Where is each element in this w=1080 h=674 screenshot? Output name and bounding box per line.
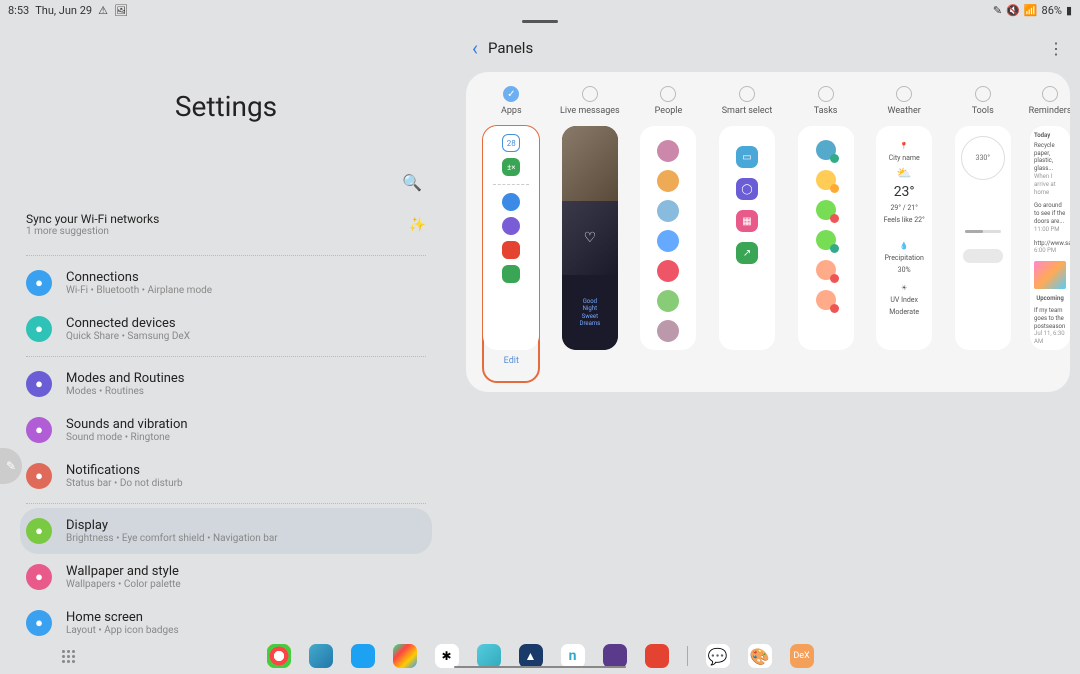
dock-twitter[interactable] bbox=[351, 644, 375, 668]
dock-recent-1[interactable]: 💬 bbox=[706, 644, 730, 668]
panel-preview[interactable]: ♡ GoodNightSweetDreams bbox=[562, 126, 618, 350]
dock-obsidian[interactable] bbox=[603, 644, 627, 668]
setting-home-screen[interactable]: ● Home screenLayout • App icon badges bbox=[20, 600, 432, 646]
more-menu-icon[interactable]: ⋮ bbox=[1048, 39, 1064, 58]
panel-radio[interactable] bbox=[660, 86, 676, 102]
app-drawer-icon[interactable] bbox=[62, 650, 75, 663]
panels-window: ‹ Panels ⋮ Apps 28 ±× Edit Live messages… bbox=[466, 30, 1070, 614]
setting-connections[interactable]: ● ConnectionsWi-Fi • Bluetooth • Airplan… bbox=[20, 260, 432, 306]
dock-slack[interactable]: ✱ bbox=[435, 644, 459, 668]
panel-preview[interactable]: Today Recycle paper, plastic, glass...Wh… bbox=[1030, 126, 1070, 350]
setting-modes-routines[interactable]: ● Modes and RoutinesModes • Routines bbox=[20, 361, 432, 407]
panel-radio[interactable] bbox=[503, 86, 519, 102]
panel-col-apps[interactable]: Apps 28 ±× Edit bbox=[480, 86, 543, 382]
setting-icon-wallpaper-style: ● bbox=[26, 564, 52, 590]
panel-preview[interactable]: 📍 City name ⛅ 23° 29° / 21° Feels like 2… bbox=[876, 126, 932, 350]
setting-icon-sounds-vibration: ● bbox=[26, 417, 52, 443]
setting-icon-modes-routines: ● bbox=[26, 371, 52, 397]
battery-icon: ▮ bbox=[1066, 4, 1072, 17]
settings-suggestion[interactable]: Sync your Wi-Fi networks 1 more suggesti… bbox=[20, 204, 432, 251]
panel-preview[interactable]: ▭ ◯ ▦ ↗ bbox=[719, 126, 775, 350]
setting-display[interactable]: ● DisplayBrightness • Eye comfort shield… bbox=[20, 508, 432, 554]
notch bbox=[522, 20, 558, 23]
setting-notifications[interactable]: ● NotificationsStatus bar • Do not distu… bbox=[20, 453, 432, 499]
panel-preview[interactable]: 330° bbox=[955, 126, 1011, 350]
setting-icon-home-screen: ● bbox=[26, 610, 52, 636]
pen-icon: ✎ bbox=[993, 4, 1002, 17]
back-button[interactable]: ‹ bbox=[472, 36, 478, 60]
setting-icon-notifications: ● bbox=[26, 463, 52, 489]
dock-recent-3[interactable]: DeX bbox=[790, 644, 814, 668]
warning-icon: ⚠ bbox=[98, 4, 108, 17]
setting-sounds-vibration[interactable]: ● Sounds and vibrationSound mode • Ringt… bbox=[20, 407, 432, 453]
dock-app-n[interactable]: n bbox=[561, 644, 585, 668]
setting-icon-connections: ● bbox=[26, 270, 52, 296]
setting-icon-display: ● bbox=[26, 518, 52, 544]
battery-pct: 86% bbox=[1042, 4, 1062, 17]
panel-preview[interactable] bbox=[640, 126, 696, 350]
dock-separator bbox=[687, 646, 688, 666]
search-icon[interactable]: 🔍 bbox=[402, 173, 422, 192]
setting-icon-connected-devices: ● bbox=[26, 316, 52, 342]
dock-chrome[interactable] bbox=[267, 644, 291, 668]
panel-preview[interactable]: 28 ±× bbox=[483, 126, 539, 350]
dock-app-a[interactable]: ▲ bbox=[519, 644, 543, 668]
mute-icon: 🔇 bbox=[1006, 4, 1020, 17]
panel-col-smart-select[interactable]: Smart select ▭ ◯ ▦ ↗ bbox=[716, 86, 779, 382]
image-icon: 🖼 bbox=[114, 4, 128, 17]
panel-preview[interactable] bbox=[798, 126, 854, 350]
dock-todoist[interactable] bbox=[645, 644, 669, 668]
panel-col-tasks[interactable]: Tasks bbox=[794, 86, 857, 382]
panels-title: Panels bbox=[488, 39, 533, 57]
sparkle-icon: ✨ bbox=[409, 217, 426, 233]
settings-title: Settings bbox=[20, 90, 432, 123]
setting-wallpaper-style[interactable]: ● Wallpaper and styleWallpapers • Color … bbox=[20, 554, 432, 600]
dock-recent-2[interactable]: 🎨 bbox=[748, 644, 772, 668]
wifi-icon: 📶 bbox=[1024, 4, 1038, 17]
settings-panel: Settings 🔍 Sync your Wi-Fi networks 1 mo… bbox=[0, 20, 452, 674]
panel-radio[interactable] bbox=[818, 86, 834, 102]
status-time: 8:53 bbox=[8, 4, 29, 17]
panel-col-tools[interactable]: Tools 330° bbox=[951, 86, 1014, 382]
panel-col-live-messages[interactable]: Live messages ♡ GoodNightSweetDreams bbox=[559, 86, 622, 382]
setting-connected-devices[interactable]: ● Connected devicesQuick Share • Samsung… bbox=[20, 306, 432, 352]
panel-radio[interactable] bbox=[582, 86, 598, 102]
dock-globe[interactable] bbox=[309, 644, 333, 668]
panel-radio[interactable] bbox=[739, 86, 755, 102]
status-bar: 8:53 Thu, Jun 29 ⚠ 🖼 ✎ 🔇 📶 86% ▮ bbox=[0, 0, 1080, 20]
edit-link[interactable]: Edit bbox=[504, 356, 519, 366]
status-date: Thu, Jun 29 bbox=[35, 4, 92, 17]
dock: ✱ ▲ n 💬 🎨 DeX bbox=[0, 644, 1080, 668]
dock-authy[interactable] bbox=[477, 644, 501, 668]
panel-col-people[interactable]: People bbox=[637, 86, 700, 382]
panel-radio[interactable] bbox=[896, 86, 912, 102]
panel-col-weather[interactable]: Weather 📍 City name ⛅ 23° 29° / 21° Feel… bbox=[873, 86, 936, 382]
panel-radio[interactable] bbox=[975, 86, 991, 102]
dock-play[interactable] bbox=[393, 644, 417, 668]
panel-radio[interactable] bbox=[1042, 86, 1058, 102]
panel-col-reminders[interactable]: Reminders Today Recycle paper, plastic, … bbox=[1030, 86, 1070, 382]
